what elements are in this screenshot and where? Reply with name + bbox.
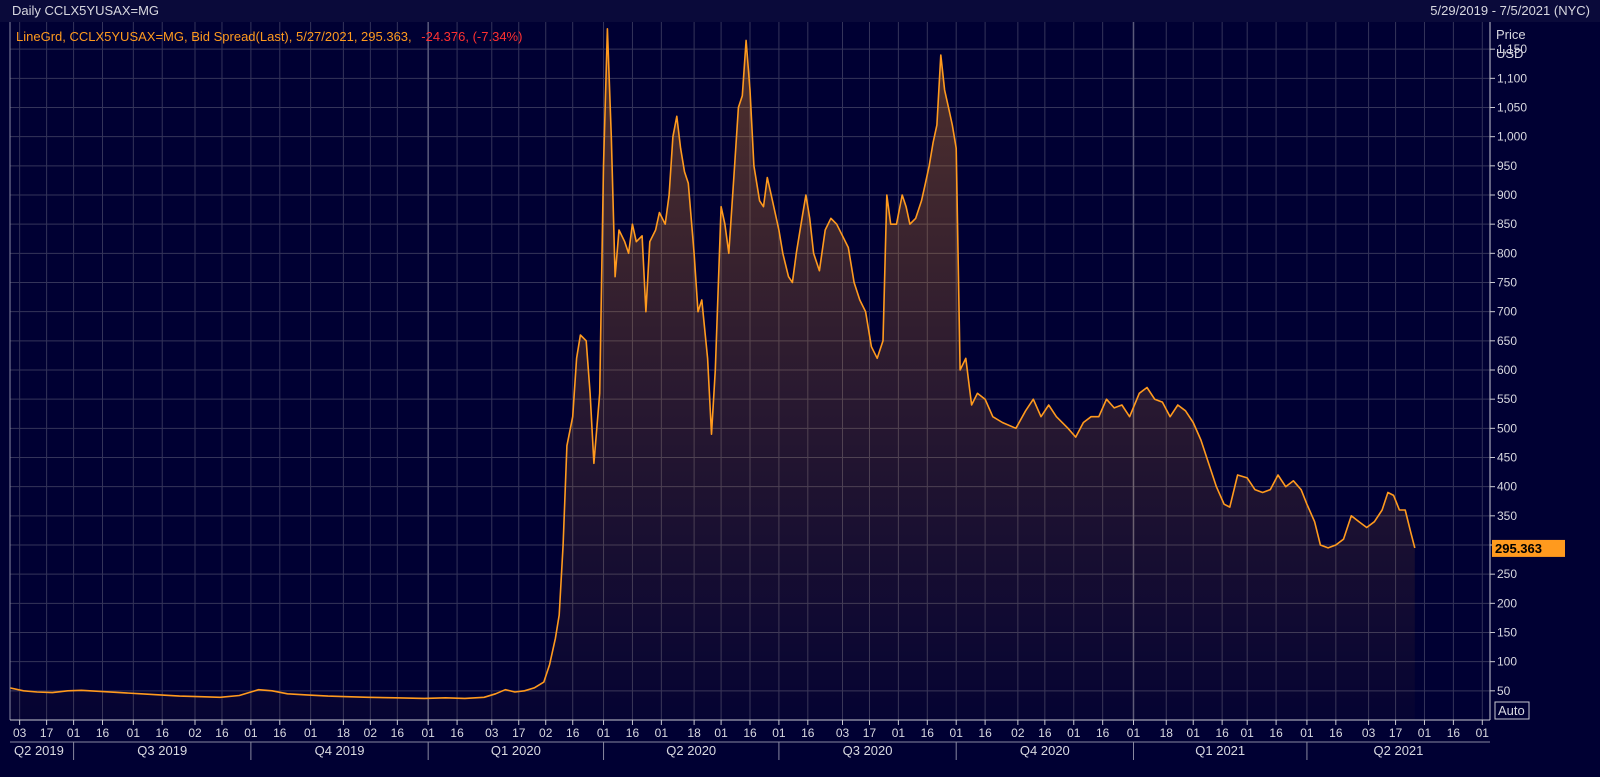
x-tick-label: 02 (188, 726, 202, 740)
x-tick-label: 17 (512, 726, 526, 740)
x-tick-label: 03 (836, 726, 850, 740)
x-axis: 03 17 01 16 01 16 02 16 01 16 01 18 02 16 01 16 03 17 02 16… (13, 720, 1489, 740)
legend-main: LineGrd, CCLX5YUSAX=MG, Bid Spread(Last)… (16, 29, 412, 44)
x-tick-label: 01 (244, 726, 258, 740)
x-tick-label: 17 (863, 726, 877, 740)
x-tick-label: 01 (597, 726, 611, 740)
y-tick-label: 100 (1497, 655, 1517, 669)
y-tick-label: 400 (1497, 480, 1517, 494)
x-tick-label: 01 (127, 726, 141, 740)
x-tick-label: 17 (1389, 726, 1403, 740)
y-tick-label: 250 (1497, 567, 1517, 581)
x-tick-label: 16 (1447, 726, 1461, 740)
y-tick-label: 200 (1497, 596, 1517, 610)
x-tick-label: 16 (1038, 726, 1052, 740)
x-tick-label: 18 (337, 726, 351, 740)
x-tick-label: 03 (1362, 726, 1376, 740)
y-tick-label: 750 (1497, 276, 1517, 290)
y-tick-label: 450 (1497, 451, 1517, 465)
y-tick-label: 1,100 (1497, 71, 1527, 85)
x-tick-label: 01 (1418, 726, 1432, 740)
y-tick-label: 550 (1497, 392, 1517, 406)
y-tick-label: 800 (1497, 246, 1517, 260)
y-tick-label: 650 (1497, 334, 1517, 348)
x-tick-label: 01 (714, 726, 728, 740)
quarter-label: Q1 2021 (1195, 743, 1245, 758)
series-area (10, 28, 1415, 721)
price-chart[interactable]: 5010015020025030035040045050055060065070… (0, 0, 1600, 777)
quarter-label: Q2 2019 (14, 743, 64, 758)
y-tick-label: 950 (1497, 159, 1517, 173)
x-tick-label: 03 (485, 726, 499, 740)
x-tick-label: 01 (892, 726, 906, 740)
y-axis-title-unit: USD (1496, 46, 1523, 61)
x-tick-label: 18 (687, 726, 701, 740)
x-tick-label: 16 (566, 726, 580, 740)
x-tick-label: 01 (1476, 726, 1490, 740)
quarter-label: Q4 2019 (315, 743, 365, 758)
x-tick-label: 16 (1096, 726, 1110, 740)
x-tick-label: 16 (626, 726, 640, 740)
y-tick-label: 900 (1497, 188, 1517, 202)
quarter-label: Q2 2020 (666, 743, 716, 758)
quarter-label: Q2 2021 (1374, 743, 1424, 758)
auto-button-label[interactable]: Auto (1498, 703, 1525, 718)
auto-button[interactable]: Auto (1494, 701, 1530, 720)
x-tick-label: 01 (304, 726, 318, 740)
x-tick-label: 02 (1011, 726, 1025, 740)
legend-change: -24.376, (-7.34%) (421, 29, 522, 44)
last-value-badge: 295.363 (1492, 539, 1565, 557)
x-tick-label: 01 (950, 726, 964, 740)
x-tick-label: 16 (450, 726, 464, 740)
x-tick-label: 01 (1300, 726, 1314, 740)
y-axis-title-price: Price (1496, 27, 1526, 42)
x-tick-label: 18 (1160, 726, 1174, 740)
y-axis: 5010015020025030035040045050055060065070… (1490, 42, 1527, 698)
y-tick-label: 1,050 (1497, 101, 1527, 115)
quarter-label: Q1 2020 (491, 743, 541, 758)
x-tick-label: 01 (1067, 726, 1081, 740)
x-tick-label: 16 (801, 726, 815, 740)
x-tick-label: 16 (1215, 726, 1229, 740)
y-tick-label: 50 (1497, 684, 1511, 698)
x-tick-label: 16 (156, 726, 170, 740)
x-tick-label: 02 (539, 726, 553, 740)
x-tick-label: 03 (13, 726, 27, 740)
quarter-axis: Q2 2019 Q3 2019 Q4 2019 Q1 2020 Q2 2020 Q3 20… (10, 741, 1490, 760)
y-tick-label: 850 (1497, 217, 1517, 231)
x-tick-label: 16 (215, 726, 229, 740)
x-tick-label: 02 (364, 726, 378, 740)
x-tick-label: 16 (1269, 726, 1283, 740)
x-tick-label: 01 (67, 726, 81, 740)
last-value-label: 295.363 (1495, 541, 1542, 556)
x-tick-label: 01 (1127, 726, 1141, 740)
x-tick-label: 16 (743, 726, 757, 740)
x-tick-label: 01 (772, 726, 786, 740)
x-tick-label: 01 (1241, 726, 1255, 740)
x-tick-label: 01 (655, 726, 669, 740)
x-tick-label: 16 (96, 726, 110, 740)
y-tick-label: 600 (1497, 363, 1517, 377)
x-tick-label: 01 (421, 726, 435, 740)
y-tick-label: 350 (1497, 509, 1517, 523)
y-tick-label: 700 (1497, 305, 1517, 319)
y-tick-label: 1,000 (1497, 130, 1527, 144)
x-tick-label: 01 (1187, 726, 1201, 740)
y-tick-label: 500 (1497, 421, 1517, 435)
x-tick-label: 16 (1329, 726, 1343, 740)
x-tick-label: 16 (978, 726, 992, 740)
x-tick-label: 16 (921, 726, 935, 740)
legend: LineGrd, CCLX5YUSAX=MG, Bid Spread(Last)… (16, 29, 522, 44)
x-tick-label: 16 (391, 726, 405, 740)
quarter-label: Q4 2020 (1020, 743, 1070, 758)
x-tick-label: 16 (273, 726, 287, 740)
quarter-label: Q3 2019 (137, 743, 187, 758)
x-tick-label: 17 (40, 726, 54, 740)
chart-window: Daily CCLX5YUSAX=MG 5/29/2019 - 7/5/2021… (0, 0, 1600, 777)
quarter-label: Q3 2020 (843, 743, 893, 758)
y-tick-label: 150 (1497, 626, 1517, 640)
